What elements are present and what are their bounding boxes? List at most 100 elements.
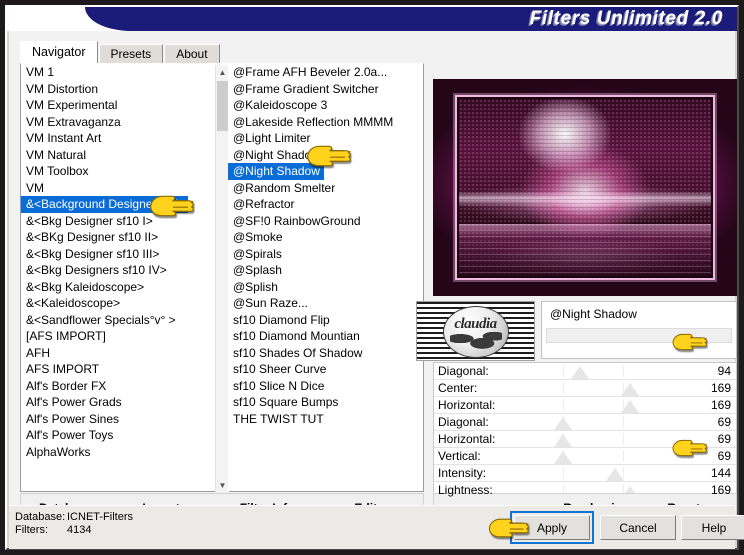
tab-about-label: About <box>176 47 208 61</box>
application-window: Filters Unlimited 2.0 Navigator Presets … <box>0 0 744 555</box>
slider-track[interactable] <box>520 431 692 447</box>
filter-list-item[interactable]: @Lakeside Reflection MMMM <box>228 114 423 131</box>
category-list-item[interactable]: [AFS IMPORT] <box>21 328 215 345</box>
slider-row[interactable]: Intensity: 144 <box>434 465 736 482</box>
slider-thumb[interactable] <box>605 468 624 481</box>
category-list-item[interactable]: VM 1 <box>21 64 215 81</box>
category-list-item[interactable]: AFS IMPORT <box>21 361 215 378</box>
filter-list-item[interactable]: sf10 Square Bumps <box>228 394 423 411</box>
filter-list-item[interactable]: @Sun Raze... <box>228 295 423 312</box>
tab-bar: Navigator Presets About <box>20 41 221 63</box>
category-list-item[interactable]: &<Bkg Designer sf10 I> <box>21 213 215 230</box>
slider-thumb[interactable] <box>621 400 640 413</box>
tab-presets-label: Presets <box>110 47 152 61</box>
filter-list-item[interactable]: sf10 Diamond Flip <box>228 312 423 329</box>
help-button[interactable]: Help <box>681 515 744 540</box>
slider-row[interactable]: Diagonal: 94 <box>434 363 736 380</box>
slider-value: 144 <box>710 466 731 480</box>
parameter-sliders: Diagonal: 94 Center: 169 Horizontal: 169 Diago… <box>433 362 737 502</box>
slider-thumb[interactable] <box>554 451 572 464</box>
filter-list-item[interactable]: @Night Shadow Pool <box>228 147 423 164</box>
slider-thumb[interactable] <box>554 417 572 430</box>
category-list-item[interactable]: AlphaWorks <box>21 444 215 461</box>
filter-list-item[interactable]: sf10 Sheer Curve <box>228 361 423 378</box>
slider-thumb[interactable] <box>554 434 572 447</box>
slider-row[interactable]: Horizontal: 169 <box>434 397 736 414</box>
category-list-item[interactable]: &<Bkg Kaleidoscope> <box>21 279 215 296</box>
filter-list-item[interactable]: @Random Smelter <box>228 180 423 197</box>
filters-count-label: Filters: <box>15 524 48 536</box>
filter-list-item[interactable]: @Kaleidoscope 3 <box>228 97 423 114</box>
filter-list-item[interactable]: @Frame AFH Beveler 2.0a... <box>228 64 423 81</box>
category-scrollbar[interactable]: ▲ ▼ <box>215 65 229 492</box>
slider-track[interactable] <box>520 397 692 413</box>
apply-button[interactable]: Apply <box>514 515 590 540</box>
filter-list-item[interactable]: sf10 Diamond Mountian <box>228 328 423 345</box>
category-list-item[interactable]: &<Background Designers IV> <box>21 196 189 213</box>
category-list-item[interactable]: AFH <box>21 345 215 362</box>
slider-value: 69 <box>717 449 731 463</box>
filter-list-item[interactable]: @SF!0 RainbowGround <box>228 213 423 230</box>
category-list-item[interactable]: Alf's Power Grads <box>21 394 215 411</box>
slider-row[interactable]: Vertical: 69 <box>434 448 736 465</box>
filter-list-item[interactable]: @Smoke <box>228 229 423 246</box>
tab-presets[interactable]: Presets <box>98 44 164 63</box>
filter-list-item[interactable]: sf10 Slice N Dice <box>228 378 423 395</box>
slider-label: Diagonal: <box>438 415 489 429</box>
slider-track[interactable] <box>520 414 692 430</box>
filter-list-item[interactable]: @Frame Gradient Switcher <box>228 81 423 98</box>
filter-list-item[interactable]: @Light Limiter <box>228 130 423 147</box>
slider-thumb[interactable] <box>621 383 640 396</box>
scrollbar-thumb[interactable] <box>217 81 228 131</box>
cancel-button[interactable]: Cancel <box>600 515 676 540</box>
category-list-item[interactable]: VM Natural <box>21 147 215 164</box>
filter-list[interactable]: @Frame AFH Beveler 2.0a... @Frame Gradien… <box>228 64 423 491</box>
category-list-item[interactable]: Alf's Power Toys <box>21 427 215 444</box>
category-list-item[interactable]: &<Bkg Designer sf10 III> <box>21 246 215 263</box>
slider-row[interactable]: Center: 169 <box>434 380 736 397</box>
filter-list-item[interactable]: sf10 Shades Of Shadow <box>228 345 423 362</box>
filter-list-item[interactable]: @Spirals <box>228 246 423 263</box>
category-list[interactable]: VM 1 VM Distortion VM Experimental VM Extra… <box>21 64 215 491</box>
category-list-item[interactable]: &<BKg Designer sf10 II> <box>21 229 215 246</box>
slider-track[interactable] <box>520 380 692 396</box>
tab-navigator[interactable]: Navigator <box>20 41 98 63</box>
preview-image <box>433 79 737 296</box>
category-list-item[interactable]: &<Sandflower Specials°v° > <box>21 312 215 329</box>
slider-value: 69 <box>717 432 731 446</box>
filter-list-item[interactable]: @Splish <box>228 279 423 296</box>
category-list-item[interactable]: VM Instant Art <box>21 130 215 147</box>
thumbnail-word: claudia <box>454 316 497 332</box>
slider-row[interactable]: Diagonal: 69 <box>434 414 736 431</box>
filter-name-slot <box>546 328 732 343</box>
status-info: Database: ICNET-Filters Filters: 4134 <box>15 511 133 537</box>
category-list-item[interactable]: Alf's Power Sines <box>21 411 215 428</box>
slider-value: 169 <box>710 398 731 412</box>
slider-value: 169 <box>710 483 731 497</box>
category-list-item[interactable]: VM Extravaganza <box>21 114 215 131</box>
category-list-item[interactable]: VM Experimental <box>21 97 215 114</box>
category-list-item[interactable]: VM Toolbox <box>21 163 215 180</box>
slider-row[interactable]: Horizontal: 69 <box>434 431 736 448</box>
filter-list-item[interactable]: @Night Shadow <box>228 163 324 180</box>
tab-about[interactable]: About <box>164 44 220 63</box>
app-title: Filters Unlimited 2.0 <box>529 8 723 29</box>
slider-label: Diagonal: <box>438 364 489 378</box>
slider-label: Lightness: <box>438 483 493 497</box>
footer-bar: Database: ICNET-Filters Filters: 4134 Ap… <box>9 505 744 549</box>
category-list-item[interactable]: VM Distortion <box>21 81 215 98</box>
slider-track[interactable] <box>520 448 692 464</box>
category-list-item[interactable]: Alf's Border FX <box>21 378 215 395</box>
slider-track[interactable] <box>520 363 692 379</box>
filter-thumbnail: claudia <box>416 301 535 361</box>
filter-list-item[interactable]: @Splash <box>228 262 423 279</box>
slider-track[interactable] <box>520 465 692 481</box>
preview-floor-reflection <box>459 224 711 276</box>
filter-list-item[interactable]: @Refractor <box>228 196 423 213</box>
slider-thumb[interactable] <box>571 366 590 379</box>
category-list-item[interactable]: &<Bkg Designers sf10 IV> <box>21 262 215 279</box>
filter-list-item[interactable]: THE TWIST TUT <box>228 411 423 428</box>
slider-label: Horizontal: <box>438 398 496 412</box>
category-list-item[interactable]: VM <box>21 180 215 197</box>
category-list-item[interactable]: &<Kaleidoscope> <box>21 295 215 312</box>
